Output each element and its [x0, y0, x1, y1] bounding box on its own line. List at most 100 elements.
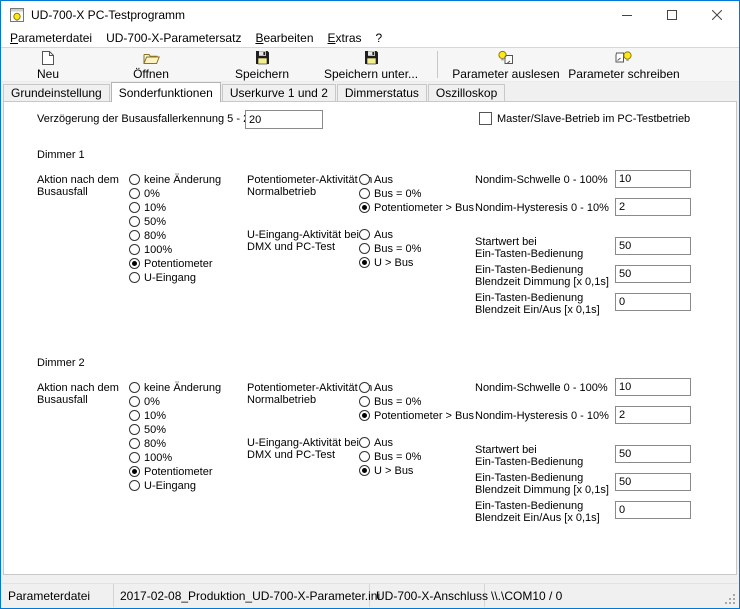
bus-delay-label: Verzögerung der Busausfallerkennung 5 - …	[37, 113, 267, 126]
dimmer1-startwert-input[interactable]	[615, 237, 691, 255]
dimmer2-startwert-input[interactable]	[615, 445, 691, 463]
dimmer2-action-label: Aktion nach dem Busausfall	[37, 382, 119, 406]
dimmer2-action-u-eingang[interactable]: U-Eingang	[129, 479, 196, 492]
tab-userkurve[interactable]: Userkurve 1 und 2	[222, 84, 336, 101]
dimmer1-action-u-eingang[interactable]: U-Eingang	[129, 271, 196, 284]
tab-sonderfunktionen[interactable]: Sonderfunktionen	[111, 82, 221, 102]
save-button[interactable]: Speichern	[209, 48, 315, 81]
dimmer2-action-10[interactable]: 10%	[129, 409, 166, 422]
minimize-button[interactable]	[604, 1, 649, 29]
window-title: UD-700-X PC-Testprogramm	[31, 8, 185, 22]
menu-item-parameterdatei[interactable]: Parameterdatei	[3, 29, 99, 47]
read-parameters-bulb-icon	[497, 50, 515, 66]
dimmer2-pot-bus0[interactable]: Bus = 0%	[359, 395, 421, 408]
open-button[interactable]: Öffnen	[93, 48, 209, 81]
dimmer1-title: Dimmer 1	[37, 149, 85, 162]
dimmer2-pot-gt-bus[interactable]: Potentiometer > Bus	[359, 409, 474, 422]
save-as-floppy-icon	[364, 50, 379, 66]
dimmer1-nondim-schwelle-input[interactable]	[615, 170, 691, 188]
tab-oszilloskop[interactable]: Oszilloskop	[428, 84, 505, 101]
bus-delay-input[interactable]	[245, 110, 323, 129]
dimmer1-action-keine-aenderung[interactable]: keine Änderung	[129, 173, 221, 186]
dimmer2-action-keine-aenderung[interactable]: keine Änderung	[129, 381, 221, 394]
read-parameters-button[interactable]: Parameter auslesen	[448, 48, 564, 81]
dimmer1-blendzeit-einaus-label: Ein-Tasten-Bedienung Blendzeit Ein/Aus […	[475, 292, 600, 316]
dimmer1-u-aus[interactable]: Aus	[359, 228, 393, 241]
menu-item-extras[interactable]: Extras	[321, 29, 369, 47]
radio-selected-icon	[129, 466, 140, 477]
dimmer2-u-bus0[interactable]: Bus = 0%	[359, 450, 421, 463]
status-anschluss-label: UD-700-X-Anschluss	[370, 584, 485, 607]
dimmer1-action-80[interactable]: 80%	[129, 229, 166, 242]
dimmer1-blendzeit-einaus-input[interactable]	[615, 293, 691, 311]
dimmer2-u-aus[interactable]: Aus	[359, 436, 393, 449]
dimmer1-action-potentiometer[interactable]: Potentiometer	[129, 257, 212, 270]
radio-icon	[129, 244, 140, 255]
status-bar: Parameterdatei 2017-02-08_Produktion_UD-…	[2, 583, 738, 607]
status-parameterdatei-label: Parameterdatei	[2, 584, 114, 607]
open-button-label: Öffnen	[133, 67, 169, 81]
radio-icon	[359, 243, 370, 254]
save-as-button[interactable]: Speichern unter...	[315, 48, 427, 81]
menu-item-parametersatz[interactable]: UD-700-X-Parametersatz	[99, 29, 248, 47]
dimmer2-nondim-hysteresis-label: Nondim-Hysteresis 0 - 10%	[475, 410, 609, 422]
tab-panel-sonderfunktionen: Verzögerung der Busausfallerkennung 5 - …	[3, 101, 737, 575]
dimmer2-blendzeit-dimmung-label: Ein-Tasten-Bedienung Blendzeit Dimmung […	[475, 472, 609, 496]
dimmer1-u-bus0[interactable]: Bus = 0%	[359, 242, 421, 255]
maximize-button[interactable]	[649, 1, 694, 29]
radio-icon	[129, 174, 140, 185]
menu-item-help[interactable]: ?	[369, 29, 390, 47]
dimmer1-pot-aus[interactable]: Aus	[359, 173, 393, 186]
dimmer1-pot-bus0[interactable]: Bus = 0%	[359, 187, 421, 200]
resize-grip[interactable]	[724, 593, 737, 606]
dimmer1-action-10[interactable]: 10%	[129, 201, 166, 214]
dimmer2-blendzeit-einaus-input[interactable]	[615, 501, 691, 519]
radio-icon	[359, 188, 370, 199]
new-button[interactable]: Neu	[3, 48, 93, 81]
dimmer2-action-potentiometer[interactable]: Potentiometer	[129, 465, 212, 478]
tab-dimmerstatus[interactable]: Dimmerstatus	[337, 84, 427, 101]
dimmer1-nondim-hysteresis-input[interactable]	[615, 198, 691, 216]
dimmer2-blendzeit-dimmung-input[interactable]	[615, 473, 691, 491]
status-parameter-file: 2017-02-08_Produktion_UD-700-X-Parameter…	[114, 584, 370, 607]
app-bulb-icon	[9, 7, 25, 23]
toolbar-separator	[437, 51, 438, 78]
tab-grundeinstellung[interactable]: Grundeinstellung	[3, 84, 110, 101]
close-button[interactable]	[694, 1, 739, 29]
dimmer2-action-80[interactable]: 80%	[129, 437, 166, 450]
radio-icon	[359, 382, 370, 393]
dimmer2-pot-activity-label: Potentiometer-Aktivität im Normalbetrieb	[247, 382, 372, 406]
dimmer2-nondim-schwelle-input[interactable]	[615, 378, 691, 396]
minimize-icon	[622, 10, 632, 20]
radio-icon	[129, 272, 140, 283]
title-bar: UD-700-X PC-Testprogramm	[1, 1, 739, 29]
tab-strip: Grundeinstellung Sonderfunktionen Userku…	[1, 82, 739, 101]
dimmer1-blendzeit-dimmung-label: Ein-Tasten-Bedienung Blendzeit Dimmung […	[475, 264, 609, 288]
dimmer1-action-50[interactable]: 50%	[129, 215, 166, 228]
toolbar: Neu Öffnen Speichern Speichern unter...	[1, 48, 739, 82]
status-com-port: \\.\COM10 / 0	[485, 584, 738, 607]
write-parameters-button[interactable]: Parameter schreiben	[564, 48, 684, 81]
menu-item-bearbeiten[interactable]: Bearbeiten	[248, 29, 320, 47]
dimmer2-nondim-hysteresis-input[interactable]	[615, 406, 691, 424]
radio-icon	[359, 229, 370, 240]
dimmer1-action-100[interactable]: 100%	[129, 243, 172, 256]
dimmer1-u-gt-bus[interactable]: U > Bus	[359, 256, 413, 269]
dimmer1-blendzeit-dimmung-input[interactable]	[615, 265, 691, 283]
maximize-icon	[667, 10, 677, 20]
new-document-icon	[41, 50, 55, 66]
dimmer2-pot-aus[interactable]: Aus	[359, 381, 393, 394]
radio-icon	[129, 480, 140, 491]
read-parameters-label: Parameter auslesen	[452, 67, 559, 81]
dimmer2-action-100[interactable]: 100%	[129, 451, 172, 464]
dimmer1-action-0[interactable]: 0%	[129, 187, 160, 200]
dimmer2-action-0[interactable]: 0%	[129, 395, 160, 408]
radio-selected-icon	[359, 410, 370, 421]
radio-icon	[129, 216, 140, 227]
dimmer2-action-50[interactable]: 50%	[129, 423, 166, 436]
dimmer2-u-gt-bus[interactable]: U > Bus	[359, 464, 413, 477]
radio-icon	[129, 230, 140, 241]
dimmer1-pot-gt-bus[interactable]: Potentiometer > Bus	[359, 201, 474, 214]
master-slave-checkbox[interactable]	[479, 112, 492, 125]
radio-icon	[359, 437, 370, 448]
